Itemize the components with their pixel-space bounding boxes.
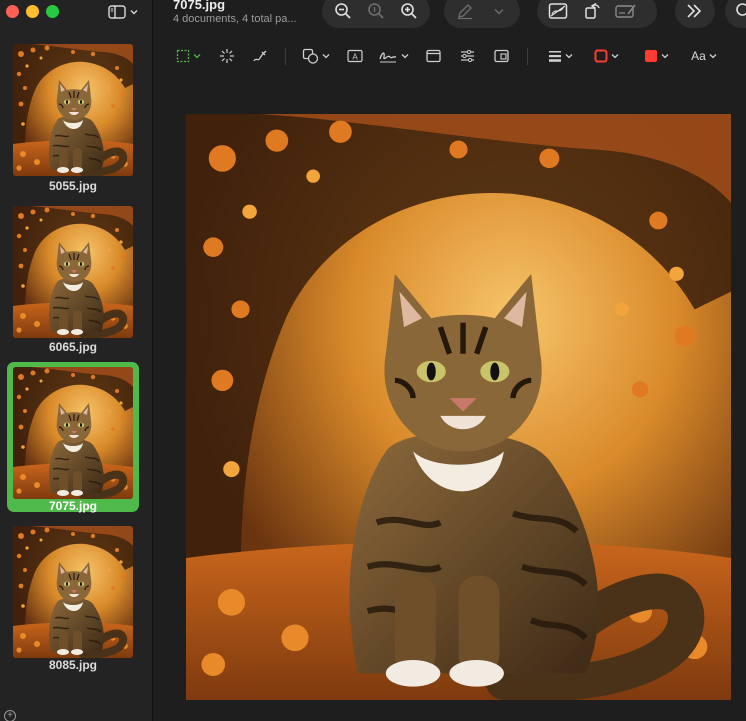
line-weight-icon: [548, 51, 561, 62]
chevron-down-icon: [611, 54, 618, 59]
preview-window: 5055.jpg 6065.jpg 7075.jpg 8085.jpg + 70…: [0, 0, 746, 721]
search-controls: [725, 0, 746, 28]
thumbnail-label: 5055.jpg: [48, 179, 98, 193]
redact-button[interactable]: [611, 0, 641, 24]
adjust-color-button[interactable]: [456, 44, 478, 68]
chevron-down-icon: [193, 54, 200, 59]
thumbnail-image: [13, 44, 133, 176]
zoom-in-icon: [401, 3, 417, 19]
highlight-menu-button[interactable]: [484, 0, 514, 24]
chevron-down-icon: [661, 54, 668, 59]
fill-color-button[interactable]: [639, 44, 673, 68]
sidebar-icon: [108, 5, 126, 19]
more-controls: [675, 0, 715, 28]
search-button[interactable]: [729, 0, 746, 24]
toolbar-divider: [527, 48, 528, 65]
sketch-icon: [253, 50, 267, 62]
window-controls: [6, 5, 59, 18]
zoom-controls: [322, 0, 430, 28]
text-box-icon: A: [347, 49, 363, 63]
edit-controls: [537, 0, 657, 28]
thumbnail-image: [13, 206, 133, 338]
zoom-out-icon: [334, 3, 351, 19]
cat-illustration: [186, 114, 731, 700]
selection-tool-button[interactable]: [172, 44, 204, 68]
rectangle-selection-icon: [176, 49, 189, 63]
pencil-icon: [458, 4, 472, 20]
document-canvas[interactable]: [154, 78, 746, 721]
fill-color-icon: [644, 50, 657, 62]
chevron-down-icon: [322, 54, 330, 59]
magic-wand-icon: [220, 49, 234, 63]
toolbar-divider: [285, 48, 286, 65]
actual-size-button[interactable]: [361, 0, 390, 24]
text-style-label: Aa: [691, 49, 706, 63]
signature-icon: [378, 52, 396, 63]
highlight-controls: [444, 0, 520, 28]
line-style-button[interactable]: [543, 44, 577, 68]
shapes-icon: [302, 48, 319, 64]
rotate-button[interactable]: [577, 0, 607, 24]
crop-icon: [493, 49, 509, 63]
border-color-icon: [594, 49, 607, 63]
signature-button[interactable]: [376, 44, 410, 68]
markup-toolbar: A Aa: [154, 44, 746, 68]
border-color-button[interactable]: [589, 44, 623, 68]
adjust-size-button[interactable]: [422, 44, 444, 68]
instant-alpha-button[interactable]: [216, 44, 238, 68]
zoom-in-button[interactable]: [395, 0, 424, 24]
title-block: 7075.jpg 4 documents, 4 total pa...: [173, 0, 297, 25]
svg-text:A: A: [352, 53, 358, 62]
document-title: 7075.jpg: [173, 0, 226, 12]
thumbnail-image: [13, 367, 133, 499]
main-image: [186, 114, 731, 700]
sliders-icon: [460, 49, 474, 63]
sidebar-toggle-button[interactable]: [108, 4, 138, 20]
chevron-down-icon: [709, 54, 717, 59]
markup-button[interactable]: [543, 0, 573, 24]
add-page-button[interactable]: +: [4, 710, 16, 721]
zoom-window-button[interactable]: [46, 5, 59, 18]
minimize-window-button[interactable]: [26, 5, 39, 18]
toolbar: 7075.jpg 4 documents, 4 total pa... A Aa: [154, 0, 746, 78]
thumbnail-image: [13, 526, 133, 658]
text-box-button[interactable]: A: [344, 44, 366, 68]
chevron-down-icon: [130, 10, 138, 15]
crop-button[interactable]: [490, 44, 512, 68]
chevron-down-icon: [494, 8, 504, 14]
sketch-tool-button[interactable]: [249, 44, 271, 68]
chevron-down-icon: [565, 54, 572, 59]
redact-icon: [615, 4, 636, 18]
text-style-button[interactable]: Aa: [687, 44, 721, 68]
highlight-button[interactable]: [450, 0, 480, 24]
chevron-down-icon: [401, 54, 408, 59]
thumbnail-sidebar: 5055.jpg 6065.jpg 7075.jpg 8085.jpg +: [0, 0, 153, 721]
close-window-button[interactable]: [6, 5, 19, 18]
more-tools-button[interactable]: [679, 0, 709, 24]
zoom-actual-icon: [368, 3, 384, 19]
window-icon: [425, 49, 441, 63]
thumbnail-label: 8085.jpg: [48, 658, 98, 672]
document-subtitle: 4 documents, 4 total pa...: [173, 13, 297, 25]
rotate-icon: [585, 2, 600, 19]
shapes-button[interactable]: [299, 44, 333, 68]
markup-icon: [548, 3, 568, 19]
thumbnail-label: 7075.jpg: [48, 499, 98, 513]
zoom-out-button[interactable]: [328, 0, 357, 24]
thumbnail-label: 6065.jpg: [48, 340, 98, 354]
chevron-double-right-icon: [687, 4, 702, 18]
search-icon: [736, 3, 746, 16]
